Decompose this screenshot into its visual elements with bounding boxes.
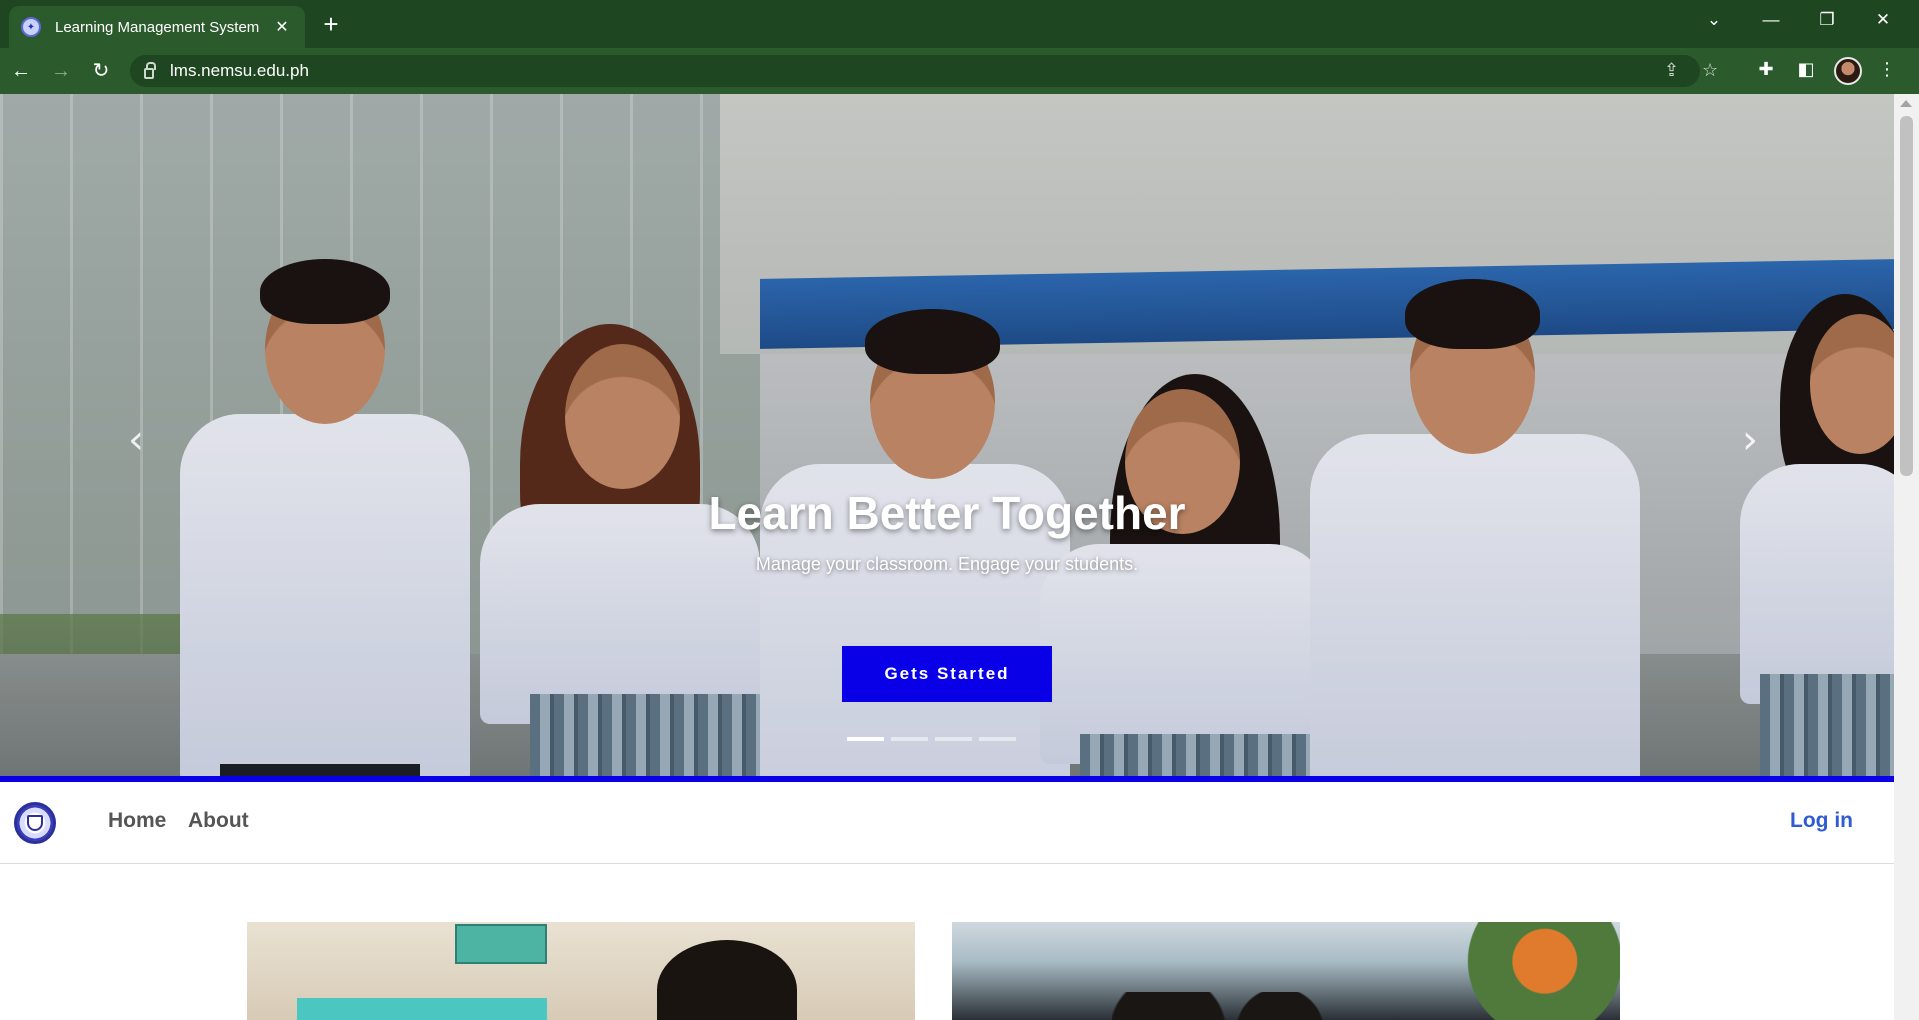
page-scrollbar[interactable] — [1894, 94, 1919, 1020]
close-window-button[interactable]: ✕ — [1863, 10, 1903, 30]
scrollbar-thumb[interactable] — [1900, 116, 1913, 476]
tab-title: Learning Management System — [55, 18, 260, 36]
back-arrow-icon[interactable]: ← — [8, 58, 34, 84]
scroll-up-arrow-icon[interactable] — [1900, 100, 1912, 107]
carousel-indicator-1[interactable] — [847, 737, 884, 741]
forward-arrow-icon[interactable]: → — [48, 58, 74, 84]
new-tab-button[interactable]: + — [318, 11, 344, 38]
browser-tab-strip: ✦ Learning Management System ✕ + ⌄ — ❐ ✕ — [0, 0, 1919, 48]
lock-icon[interactable] — [144, 61, 156, 79]
reload-icon[interactable]: ↻ — [88, 58, 114, 84]
close-tab-icon[interactable]: ✕ — [271, 16, 293, 38]
bookmark-star-icon[interactable]: ☆ — [1702, 60, 1718, 81]
get-started-button[interactable]: Gets Started — [842, 646, 1052, 702]
carousel-indicators — [847, 737, 1016, 741]
login-link[interactable]: Log in — [1790, 809, 1853, 833]
nav-link-home[interactable]: Home — [108, 809, 166, 833]
menu-kebab-icon[interactable]: ⋮ — [1874, 59, 1900, 80]
feature-image-right — [952, 922, 1620, 1020]
hero-title: Learn Better Together — [708, 487, 1186, 539]
university-logo[interactable] — [14, 802, 56, 844]
hero-carousel: ‹ › Learn Better Together Manage your cl… — [0, 94, 1894, 782]
browser-toolbar: ← → ↻ lms.nemsu.edu.ph ⇪ ☆ ✚ ◧ ⋮ — [0, 48, 1919, 94]
tab-search-chevron-icon[interactable]: ⌄ — [1694, 10, 1734, 30]
carousel-indicator-3[interactable] — [935, 737, 972, 741]
share-icon[interactable]: ⇪ — [1664, 60, 1679, 81]
profile-avatar[interactable] — [1834, 57, 1862, 85]
address-bar[interactable]: lms.nemsu.edu.ph ⇪ ☆ — [130, 55, 1718, 87]
site-navbar: Home About Log in — [0, 782, 1894, 864]
browser-tab[interactable]: ✦ Learning Management System ✕ — [9, 6, 305, 48]
nav-link-about[interactable]: About — [188, 809, 249, 833]
restore-window-button[interactable]: ❐ — [1807, 10, 1847, 30]
carousel-indicator-4[interactable] — [979, 737, 1016, 741]
feature-image-left — [247, 922, 915, 1020]
carousel-prev-chevron-icon[interactable]: ‹ — [116, 420, 156, 460]
page-viewport: ‹ › Learn Better Together Manage your cl… — [0, 94, 1894, 1020]
site-favicon-icon: ✦ — [21, 17, 41, 37]
minimize-window-button[interactable]: — — [1751, 10, 1791, 30]
carousel-next-chevron-icon[interactable]: › — [1730, 420, 1770, 460]
carousel-indicator-2[interactable] — [891, 737, 928, 741]
url-text: lms.nemsu.edu.ph — [170, 61, 309, 80]
hero-subtitle: Manage your classroom. Engage your stude… — [755, 554, 1139, 574]
extensions-puzzle-icon[interactable]: ✚ — [1753, 59, 1779, 80]
side-panel-icon[interactable]: ◧ — [1793, 59, 1819, 80]
